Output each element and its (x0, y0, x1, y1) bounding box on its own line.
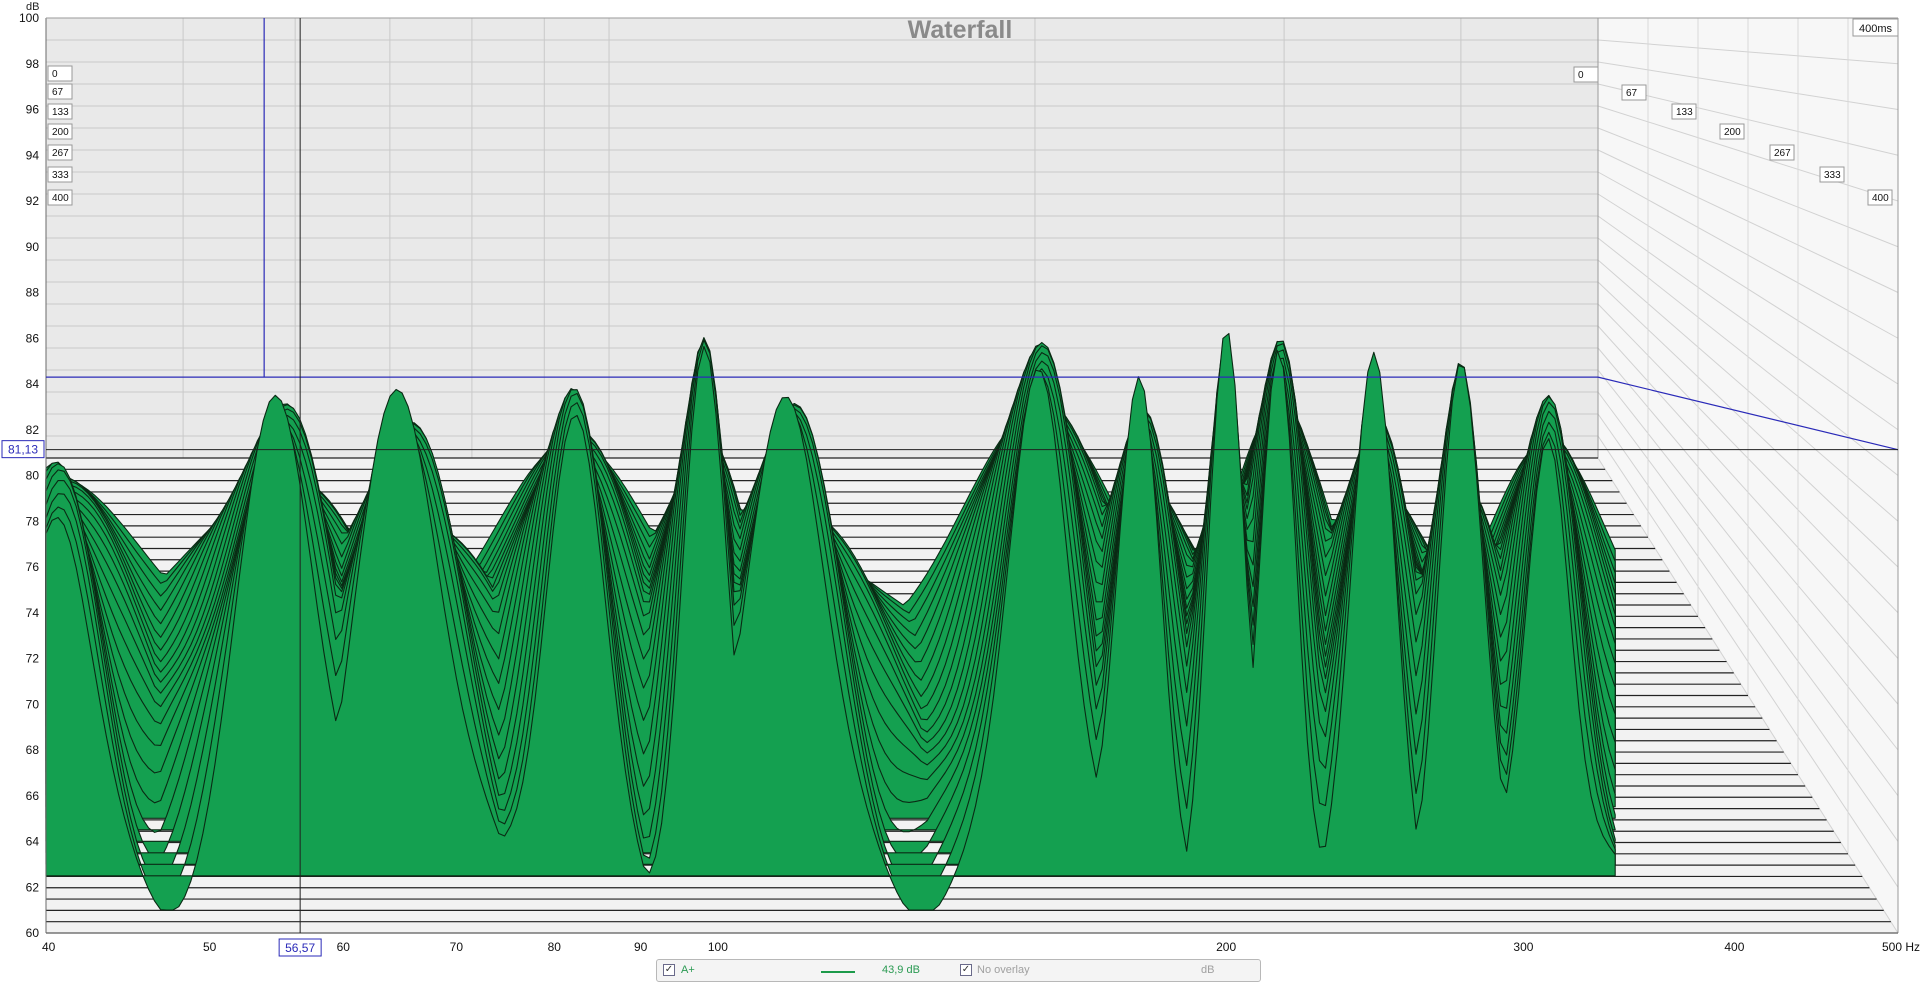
waterfall-chart: 60 62 64 66 68 70 72 74 76 78 80 82 84 86 88 90 92 94 96 98… (0, 0, 1920, 985)
time-slice-label-left: 400 (52, 193, 69, 204)
time-slice-label-right: 333 (1824, 170, 1841, 181)
y-tick-label: 90 (26, 240, 40, 254)
x-tick-label: 100 (708, 940, 728, 954)
y-tick-label: 74 (26, 606, 40, 620)
x-tick-label: 40 (42, 940, 56, 954)
waterfall-plot: 60 62 64 66 68 70 72 74 76 78 80 82 84 86 88 90 92 94 96 98… (1, 1, 1920, 957)
x-tick-label: 90 (634, 940, 648, 954)
time-slice-label-left: 67 (52, 87, 64, 98)
time-slice-label-right: 67 (1626, 88, 1638, 99)
legend-item1-checkbox[interactable]: ✓ (663, 964, 675, 976)
y-tick-label: 82 (26, 423, 40, 437)
chart-title: Waterfall (908, 16, 1013, 44)
y-tick-label: 96 (26, 103, 40, 117)
y-tick-label: 64 (26, 835, 40, 849)
x-tick-label: 70 (450, 940, 464, 954)
legend-item1-swatch (821, 971, 855, 973)
legend-item2-unit: dB (1201, 964, 1215, 976)
y-tick-label: 78 (26, 514, 40, 528)
legend-bar: ✓ A+ 43,9 dB ✓ No overlay dB (656, 959, 1261, 982)
legend-item1-value: 43,9 dB (882, 964, 920, 976)
time-slice-label-left: 133 (52, 107, 69, 118)
y-tick-label: 92 (26, 194, 40, 208)
y-tick-label: 100 (19, 11, 39, 25)
legend-item1-label: A+ (681, 964, 695, 976)
y-tick-label: 66 (26, 789, 40, 803)
time-slice-label-right: 400 (1872, 193, 1889, 204)
time-slice-label-right: 0 (1578, 70, 1584, 81)
cursor-y-readout: 81,13 (8, 443, 38, 457)
x-tick-label: 60 (337, 940, 351, 954)
y-tick-label: 68 (26, 743, 40, 757)
time-slice-label-right: 267 (1774, 148, 1791, 159)
y-tick-label: 70 (26, 697, 40, 711)
y-tick-label: 80 (26, 469, 40, 483)
y-tick-label: 84 (26, 377, 40, 391)
y-tick-label: 88 (26, 286, 40, 300)
y-tick-label: 72 (26, 652, 40, 666)
x-tick-label: 80 (548, 940, 562, 954)
y-tick-label: 94 (26, 148, 40, 162)
y-tick-label: 86 (26, 331, 40, 345)
y-tick-label: 98 (26, 57, 40, 71)
legend-item2-checkbox[interactable]: ✓ (960, 964, 972, 976)
time-slice-label-left: 267 (52, 148, 69, 159)
time-slice-label-left: 333 (52, 170, 69, 181)
time-slice-label-right: 133 (1676, 107, 1693, 118)
cursor-x-readout: 56,57 (285, 941, 315, 955)
time-slice-label-left: 0 (52, 69, 58, 80)
time-slice-label-left: 200 (52, 127, 69, 138)
x-tick-label: 300 (1513, 940, 1533, 954)
x-tick-label: 200 (1216, 940, 1236, 954)
x-tick-label: 50 (203, 940, 217, 954)
y-tick-label: 76 (26, 560, 40, 574)
x-tick-label: 400 (1724, 940, 1744, 954)
y-tick-label: 62 (26, 880, 40, 894)
x-tick-label: 500 Hz (1882, 940, 1920, 954)
time-slice-label-right: 200 (1724, 127, 1741, 138)
time-max-label: 400ms (1859, 23, 1893, 35)
y-tick-label: 60 (26, 926, 40, 940)
legend-item2-label: No overlay (977, 964, 1030, 976)
y-axis-unit: dB (26, 1, 39, 13)
